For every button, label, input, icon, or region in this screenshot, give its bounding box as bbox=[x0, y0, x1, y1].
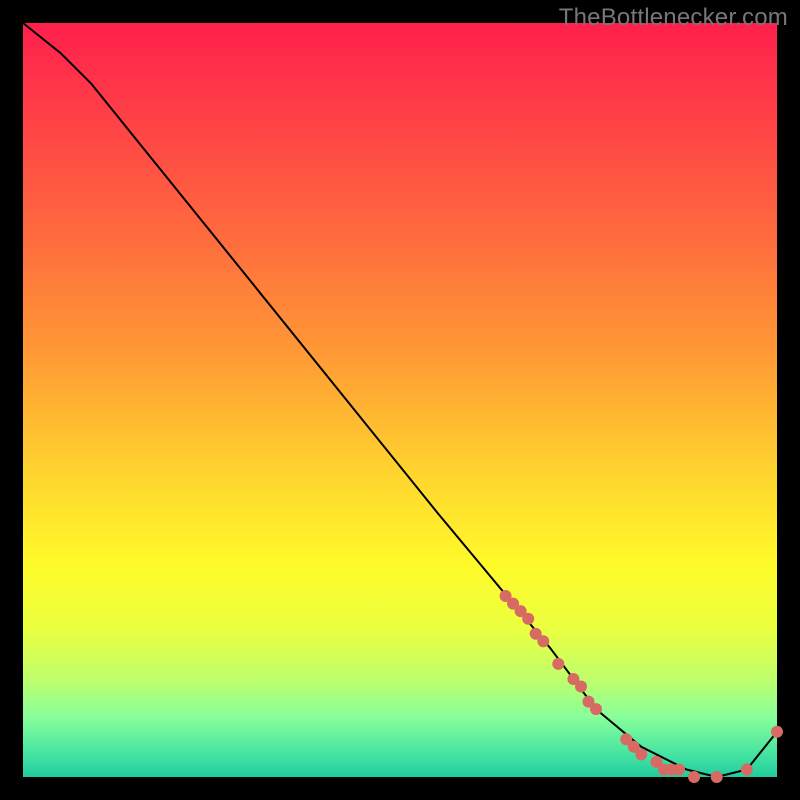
highlight-marker bbox=[711, 771, 723, 783]
highlight-markers bbox=[500, 590, 783, 783]
highlight-marker bbox=[537, 635, 549, 647]
highlight-marker bbox=[635, 748, 647, 760]
highlight-marker bbox=[771, 726, 783, 738]
attribution-label: TheBottlenecker.com bbox=[559, 4, 788, 32]
highlight-marker bbox=[741, 764, 753, 776]
highlight-marker bbox=[575, 681, 587, 693]
highlight-marker bbox=[673, 764, 685, 776]
chart-frame: TheBottlenecker.com bbox=[0, 0, 800, 800]
plot-area bbox=[23, 23, 777, 777]
highlight-marker bbox=[522, 613, 534, 625]
highlight-marker bbox=[590, 703, 602, 715]
highlight-marker bbox=[552, 658, 564, 670]
highlight-marker bbox=[688, 771, 700, 783]
chart-overlay-svg bbox=[23, 23, 777, 777]
bottleneck-curve bbox=[23, 23, 777, 777]
